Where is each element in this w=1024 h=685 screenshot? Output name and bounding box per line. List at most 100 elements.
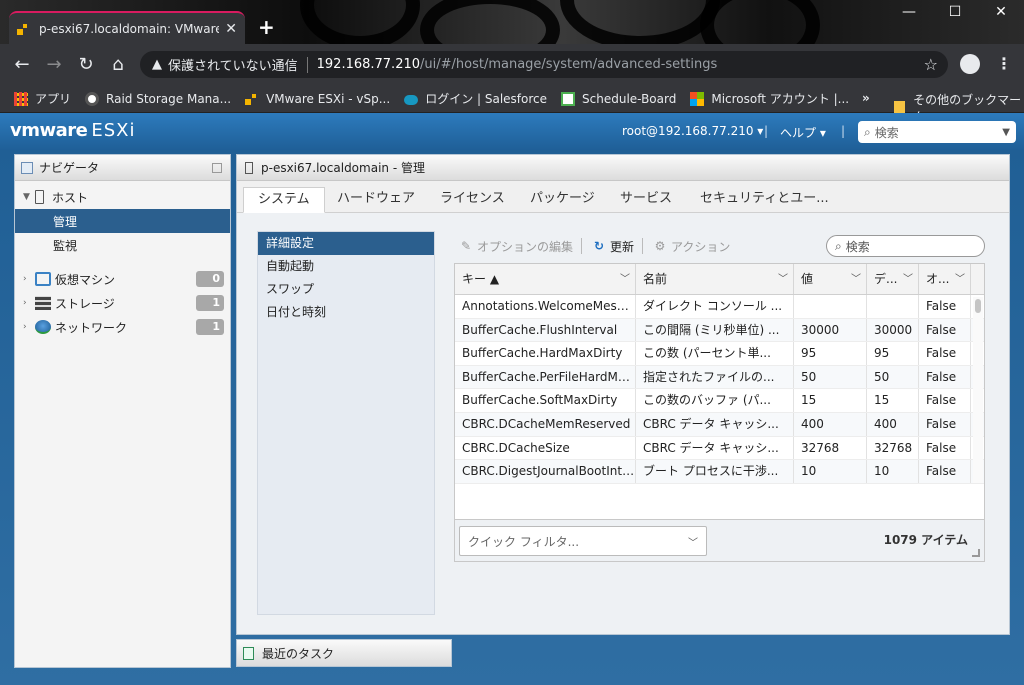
warning-triangle-icon[interactable]: ▲	[152, 57, 162, 72]
cell-value: 50	[794, 365, 867, 389]
close-window-icon[interactable]: ✕	[986, 4, 1016, 20]
header-search-input[interactable]: 検索	[875, 124, 899, 141]
table-row[interactable]: BufferCache.SoftMaxDirty この数のバッファ (パ... …	[455, 389, 984, 413]
table-row[interactable]: CBRC.DCacheSize CBRC データ キャッシ... 32768 3…	[455, 436, 984, 461]
bookmark-label: Raid Storage Mana...	[106, 91, 232, 106]
tab-packages[interactable]: パッケージ	[516, 187, 609, 213]
recent-tasks-panel[interactable]: 最近のタスク	[236, 639, 452, 667]
refresh-button[interactable]: ↻ 更新	[592, 238, 634, 255]
quick-filter-dropdown[interactable]: クイック フィルタ... ﹀	[459, 526, 707, 556]
nav-host[interactable]: ▼ ホスト	[15, 185, 230, 209]
scrollbar-thumb[interactable]	[975, 299, 981, 313]
cell-overridden: False	[919, 389, 971, 412]
column-header-key[interactable]: キー ▲ ﹀	[455, 264, 636, 294]
user-menu[interactable]: root@192.168.77.210 ▾	[622, 124, 763, 138]
profile-avatar-icon[interactable]	[960, 54, 980, 74]
vmware-favicon-icon	[17, 22, 31, 36]
resize-grip-icon[interactable]	[972, 549, 980, 557]
cell-value: 95	[794, 342, 867, 365]
subnav-swap[interactable]: スワップ	[258, 278, 434, 301]
chevron-down-icon[interactable]: ﹀	[851, 264, 861, 294]
tab-licensing[interactable]: ライセンス	[426, 187, 519, 213]
new-tab-button[interactable]: +	[258, 15, 275, 39]
manage-tabs: システム ハードウェア ライセンス パッケージ サービス セキュリティとユー..…	[237, 181, 1009, 213]
cell-value: 30000	[794, 318, 867, 342]
search-icon: ⌕	[864, 124, 871, 139]
bookmark-salesforce[interactable]: ログイン | Salesforce	[404, 90, 547, 107]
pencil-icon: ✎	[460, 239, 472, 253]
column-header-value[interactable]: 値 ﹀	[794, 264, 867, 294]
chevron-down-icon[interactable]: ﹀	[778, 264, 788, 294]
chevron-down-icon[interactable]: ﹀	[620, 264, 630, 294]
maximize-window-icon[interactable]: ☐	[940, 4, 970, 20]
expand-arrow-icon[interactable]: ›	[23, 322, 35, 332]
address-bar[interactable]: ▲ 保護されていない通信 192.168.77.210 /ui/#/host/m…	[140, 51, 948, 78]
chevron-down-icon[interactable]: ﹀	[903, 264, 913, 294]
cell-value: 32768	[794, 436, 867, 460]
bookmark-raid-storage[interactable]: Raid Storage Mana...	[85, 91, 232, 106]
browser-toolbar: ← → ↻ ⌂ ▲ 保護されていない通信 192.168.77.210 /ui/…	[0, 44, 1024, 85]
browser-tab-active[interactable]: p-esxi67.localdomain: VMware ESXi ✕	[9, 11, 245, 44]
table-row[interactable]: BufferCache.FlushInterval この間隔 (ミリ秒単位) .…	[455, 318, 984, 343]
cell-key: BufferCache.FlushInterval	[455, 318, 636, 342]
forward-arrow-icon[interactable]: →	[38, 54, 70, 75]
actions-button[interactable]: ⚙ アクション	[653, 238, 731, 255]
tab-hardware[interactable]: ハードウェア	[323, 187, 429, 213]
chevron-down-icon[interactable]: ﹀	[955, 264, 965, 294]
bookmark-label: Microsoft アカウント |...	[711, 92, 850, 106]
tasks-clipboard-icon	[243, 646, 254, 660]
bookmark-schedule-board[interactable]: Schedule-Board	[561, 91, 676, 106]
more-bookmarks-button[interactable]: »	[862, 91, 870, 105]
table-row[interactable]: CBRC.DigestJournalBootInte... ブート プロセスに干…	[455, 460, 984, 484]
nav-host-manage[interactable]: 管理	[15, 209, 230, 233]
table-row[interactable]: Annotations.WelcomeMessage ダイレクト コンソール .…	[455, 295, 984, 319]
nav-networking[interactable]: › ネットワーク 1	[15, 315, 230, 339]
minimize-window-icon[interactable]: —	[894, 4, 924, 20]
grid-scrollbar[interactable]	[973, 297, 983, 483]
expand-arrow-icon[interactable]: ›	[23, 298, 35, 308]
nav-item-label: 管理	[53, 214, 78, 229]
table-row[interactable]: CBRC.DCacheMemReserved CBRC データ キャッシ... …	[455, 412, 984, 437]
cell-default: 50	[867, 365, 919, 389]
edit-option-button[interactable]: ✎ オプションの編集	[459, 238, 573, 255]
nav-storage[interactable]: › ストレージ 1	[15, 291, 230, 315]
chevron-down-icon[interactable]: ▼	[1002, 127, 1010, 138]
column-header-name[interactable]: 名前 ﹀	[636, 264, 794, 294]
column-header-overridden[interactable]: オ... ﹀	[919, 264, 971, 294]
subnav-autostart[interactable]: 自動起動	[258, 255, 434, 278]
not-secure-label[interactable]: 保護されていない通信	[168, 55, 298, 74]
tab-system[interactable]: システム	[243, 187, 325, 213]
subnav-advanced-settings[interactable]: 詳細設定	[258, 232, 434, 255]
reload-icon[interactable]: ↻	[70, 54, 102, 75]
column-title: 値	[801, 272, 814, 286]
grid-search-box[interactable]: ⌕ 検索	[826, 235, 985, 257]
cell-overridden: False	[919, 436, 971, 460]
bookmark-star-icon[interactable]: ☆	[924, 55, 938, 74]
home-icon[interactable]: ⌂	[102, 54, 134, 75]
grid-search-input[interactable]: 検索	[846, 238, 870, 255]
tab-security-users[interactable]: セキュリティとユー...	[686, 187, 843, 213]
table-row[interactable]: BufferCache.PerFileHardMa... 指定されたファイルの.…	[455, 365, 984, 390]
expand-arrow-icon[interactable]: ›	[23, 274, 35, 284]
subnav-time-date[interactable]: 日付と時刻	[258, 301, 434, 324]
recent-tasks-label: 最近のタスク	[262, 646, 335, 661]
collapse-panel-icon[interactable]	[212, 163, 222, 173]
column-header-default[interactable]: デ... ﹀	[867, 264, 919, 294]
browser-menu-icon[interactable]: ⋮	[996, 54, 1012, 73]
cell-key: BufferCache.PerFileHardMa...	[455, 365, 636, 389]
header-search-box[interactable]: ⌕ 検索 ▼	[858, 121, 1016, 143]
salesforce-cloud-icon	[404, 94, 419, 105]
nav-virtual-machines[interactable]: › 仮想マシン 0	[15, 267, 230, 291]
close-tab-icon[interactable]: ✕	[225, 21, 237, 37]
table-row[interactable]: BufferCache.HardMaxDirty この数 (パーセント単... …	[455, 342, 984, 366]
header-separator: |	[841, 124, 846, 138]
nav-host-monitor[interactable]: 監視	[15, 233, 230, 257]
bookmark-microsoft-account[interactable]: Microsoft アカウント |...	[690, 90, 849, 107]
bookmark-vmware-esxi[interactable]: VMware ESXi - vSp...	[245, 92, 390, 106]
expand-arrow-icon[interactable]: ▼	[23, 192, 35, 202]
chevron-down-icon[interactable]: ﹀	[688, 534, 698, 549]
tab-services[interactable]: サービス	[606, 187, 686, 213]
back-arrow-icon[interactable]: ←	[6, 54, 38, 75]
bookmark-apps[interactable]: アプリ	[14, 90, 71, 107]
help-menu[interactable]: ヘルプ ▾	[780, 124, 826, 141]
